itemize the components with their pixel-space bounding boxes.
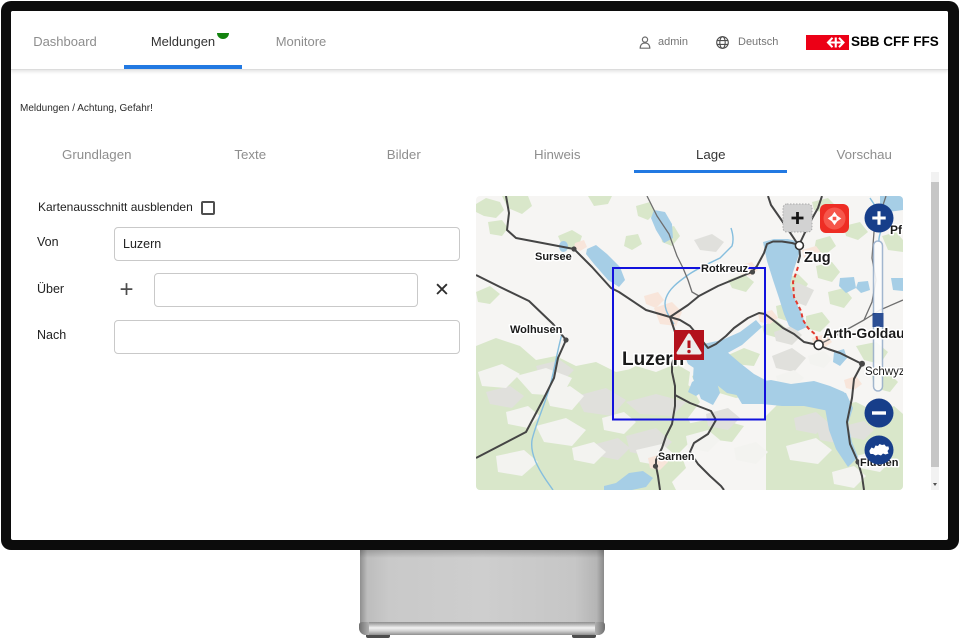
svg-text:Sursee: Sursee bbox=[535, 251, 572, 263]
svg-text:Arth-Goldau: Arth-Goldau bbox=[823, 325, 903, 341]
svg-text:Rotkreuz: Rotkreuz bbox=[701, 263, 749, 275]
svg-text:Sarnen: Sarnen bbox=[658, 451, 694, 463]
svg-text:Pf: Pf bbox=[890, 223, 903, 237]
svg-text:Schwyz: Schwyz bbox=[865, 366, 903, 378]
svg-text:Zug: Zug bbox=[804, 250, 831, 266]
svg-text:Wolhusen: Wolhusen bbox=[510, 324, 563, 336]
